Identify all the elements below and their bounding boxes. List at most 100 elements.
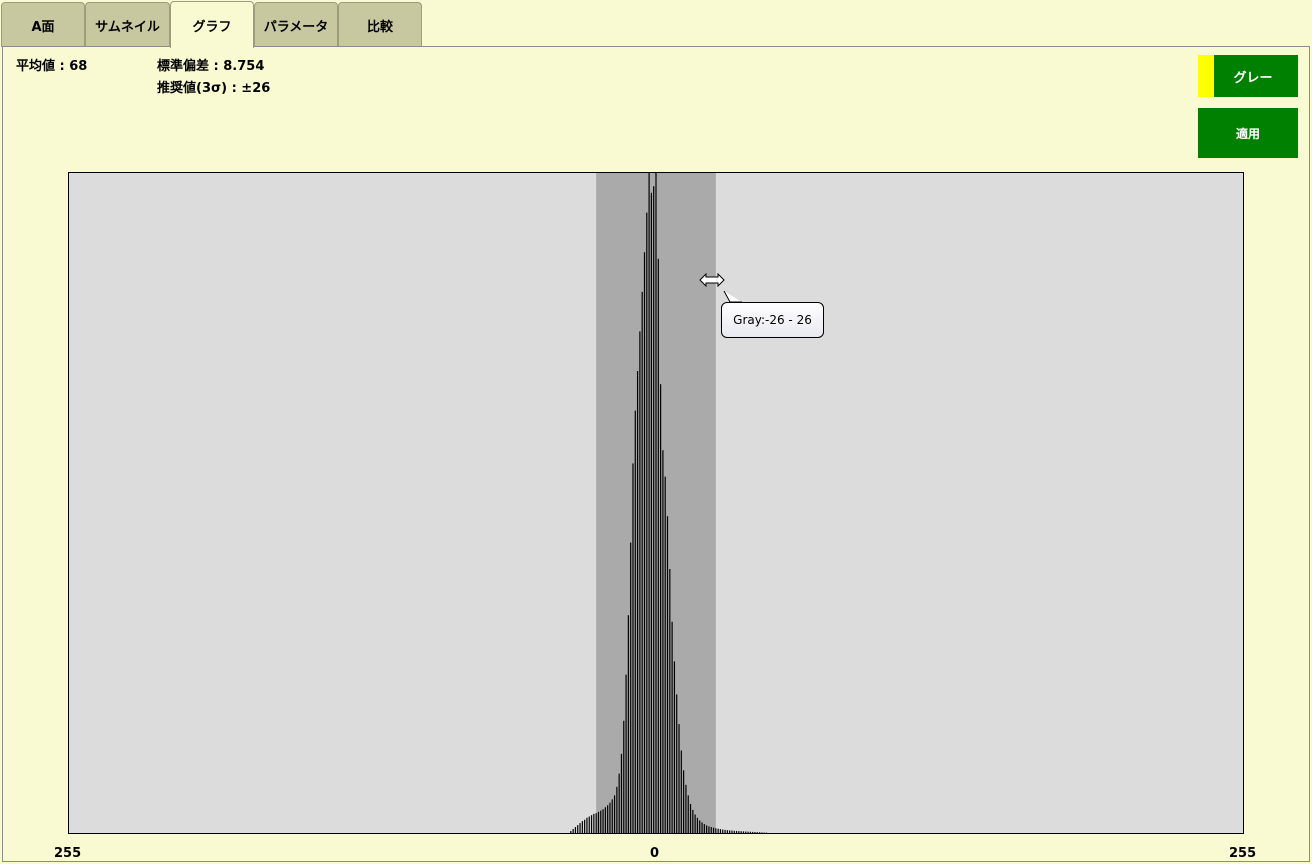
histogram-bar	[609, 802, 611, 833]
histogram-bar	[664, 476, 666, 833]
histogram-bar	[708, 826, 710, 833]
histogram-bar	[735, 830, 738, 833]
tab-a-side[interactable]: A面	[1, 2, 85, 47]
histogram-bar	[696, 817, 699, 833]
histogram-bar	[593, 813, 595, 833]
histogram-bar	[577, 825, 579, 833]
histogram-bar	[625, 674, 627, 833]
mean-label: 平均値 : 68	[16, 59, 88, 74]
horizontal-resize-icon	[699, 273, 725, 287]
histogram-bar	[719, 829, 722, 833]
channel-gray-button[interactable]: グレー	[1198, 55, 1298, 97]
histogram-bar	[687, 795, 689, 833]
histogram-chart[interactable]	[69, 173, 1243, 833]
histogram-bar	[738, 831, 740, 833]
histogram-bar	[676, 694, 678, 833]
histogram-bar	[756, 832, 758, 833]
histogram-bar	[602, 809, 604, 833]
histogram-bar	[613, 795, 616, 833]
histogram-bar	[630, 542, 632, 833]
histogram-plot[interactable]	[68, 172, 1244, 834]
histogram-bar	[623, 720, 625, 833]
histogram-bar	[641, 291, 643, 833]
apply-button[interactable]: 適用	[1198, 108, 1298, 158]
histogram-bar	[620, 753, 623, 833]
histogram-bar	[749, 831, 751, 833]
histogram-bar	[570, 831, 572, 833]
range-tooltip: Gray:-26 - 26	[721, 302, 824, 338]
histogram-bar	[752, 831, 754, 833]
histogram-bar	[660, 384, 662, 833]
channel-color-swatch	[1198, 55, 1214, 97]
histogram-bar	[722, 829, 724, 833]
x-tick-center: 0	[650, 846, 660, 861]
histogram-bar	[678, 724, 680, 833]
histogram-bar	[680, 750, 682, 833]
tab-compare[interactable]: 比較	[338, 2, 422, 47]
tab-thumbnail[interactable]: サムネイル	[85, 2, 170, 47]
histogram-bar	[581, 821, 583, 833]
histogram-bar	[611, 799, 613, 833]
histogram-bar	[616, 786, 618, 833]
histogram-bar	[673, 661, 676, 833]
histogram-bar	[653, 186, 655, 833]
histogram-bar	[646, 212, 648, 833]
histogram-bar	[590, 815, 593, 833]
histogram-bar	[584, 819, 586, 833]
histogram-bar	[742, 831, 745, 833]
histogram-bar	[717, 828, 719, 833]
histogram-bar	[754, 832, 756, 833]
histogram-bar	[724, 829, 726, 833]
histogram-bar	[650, 192, 652, 833]
histogram-bar	[586, 817, 588, 833]
x-tick-right: 255	[1229, 846, 1257, 861]
histogram-bar	[627, 615, 629, 833]
histogram-bar	[683, 770, 685, 833]
tab-graph[interactable]: グラフ	[170, 1, 254, 48]
histogram-bar	[579, 823, 581, 833]
stddev-label: 標準偏差 : 8.754	[157, 59, 265, 74]
histogram-bar	[715, 828, 717, 833]
histogram-bar	[671, 621, 673, 833]
histogram-bar	[761, 832, 763, 833]
histogram-bar	[745, 831, 747, 833]
histogram-bar	[729, 830, 731, 833]
histogram-bar	[701, 822, 703, 833]
histogram-bar	[733, 830, 735, 833]
histogram-bar	[572, 829, 574, 833]
tab-parameters[interactable]: パラメータ	[254, 2, 338, 47]
histogram-bar	[703, 824, 705, 833]
histogram-bar	[699, 820, 701, 833]
histogram-bar	[710, 827, 712, 833]
histogram-bar	[731, 830, 733, 833]
histogram-bar	[607, 805, 609, 833]
histogram-bar	[597, 811, 600, 833]
histogram-bar	[685, 784, 687, 833]
histogram-bar	[648, 173, 650, 833]
histogram-bar	[657, 258, 659, 833]
histogram-bar	[669, 569, 671, 833]
histogram-bar	[712, 827, 715, 833]
histogram-bar	[662, 450, 664, 833]
histogram-bar	[595, 813, 597, 833]
histogram-bar	[689, 803, 692, 833]
histogram-bar	[639, 331, 641, 833]
histogram-bar	[692, 809, 694, 833]
histogram-bar	[634, 410, 636, 833]
recommended-label: 推奨値(3σ) : ±26	[157, 81, 271, 96]
histogram-bar	[632, 463, 634, 833]
channel-gray-label: グレー	[1233, 70, 1273, 86]
histogram-bar	[726, 830, 728, 833]
histogram-bar	[747, 831, 749, 833]
histogram-bar	[666, 516, 669, 833]
x-tick-left: 255	[54, 846, 82, 861]
tab-bar: A面 サムネイル グラフ パラメータ 比較	[0, 0, 1312, 48]
histogram-bar	[694, 814, 696, 833]
histogram-bar	[706, 825, 708, 833]
histogram-bar	[655, 173, 657, 833]
histogram-bar	[758, 832, 761, 833]
histogram-bar	[604, 807, 606, 833]
histogram-bar	[643, 252, 646, 833]
histogram-bar	[636, 371, 639, 833]
histogram-bar	[600, 810, 602, 833]
